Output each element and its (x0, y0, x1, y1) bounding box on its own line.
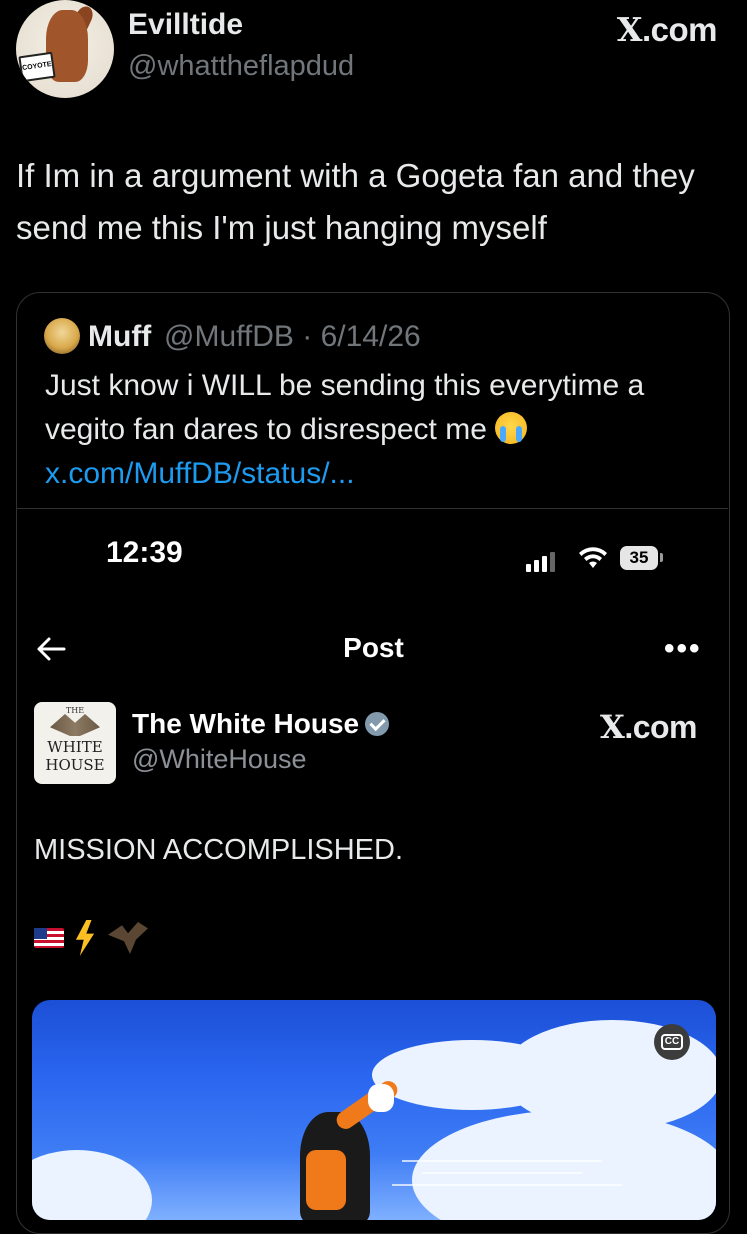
outer-handle[interactable]: @whattheflapdud (128, 50, 354, 83)
cellular-signal-icon (526, 550, 566, 572)
cloud (32, 1150, 152, 1220)
us-flag-emoji-icon (34, 928, 64, 948)
speed-line (422, 1172, 582, 1174)
quoted-display-name: Muff (88, 320, 152, 353)
x-brand-logo-inner: X.com (599, 708, 698, 746)
character-glove (368, 1084, 394, 1112)
card-divider (17, 508, 728, 509)
quoted-avatar (44, 318, 80, 354)
post-text: MISSION ACCOMPLISHED. (34, 834, 404, 866)
logo-line1: WHITE (47, 738, 103, 756)
wifi-icon (579, 547, 607, 568)
quoted-tweet-text: Just know i WILL be sending this everyti… (45, 364, 715, 496)
x-brand-logo: X.com (616, 10, 718, 49)
post-display-name-text: The White House (132, 708, 360, 739)
logo-line2: HOUSE (45, 756, 105, 774)
white-house-avatar[interactable]: THE WHITE HOUSE (34, 702, 116, 784)
outer-avatar[interactable]: COYOTE (16, 0, 114, 98)
avatar-sign: COYOTE (18, 51, 56, 83)
cloud (412, 1110, 716, 1220)
more-options-icon[interactable]: ••• (664, 632, 702, 666)
nav-title: Post (343, 632, 404, 663)
quoted-text-body: Just know i WILL be sending this everyti… (45, 369, 645, 446)
outer-display-name[interactable]: Evilltide (128, 8, 243, 42)
closed-captions-icon[interactable]: CC (654, 1024, 690, 1060)
battery-indicator: 35 (620, 546, 658, 570)
post-display-name[interactable]: The White House (132, 708, 390, 740)
speed-line (392, 1184, 622, 1186)
logo-small-text: THE (65, 706, 85, 715)
post-handle[interactable]: @WhiteHouse (132, 744, 306, 775)
status-bar-time: 12:39 (106, 536, 183, 569)
speed-line (402, 1160, 602, 1162)
battery-tip (660, 553, 663, 562)
character-vest (306, 1150, 346, 1210)
verified-badge-icon (365, 712, 390, 736)
eagle-emblem (50, 714, 100, 736)
crying-face-emoji-icon (495, 412, 528, 444)
outer-tweet-text: If Im in a argument with a Gogeta fan an… (16, 157, 695, 246)
quoted-handle-date: @MuffDB · 6/14/26 (164, 320, 421, 353)
quoted-tweet-link[interactable]: x.com/MuffDB/status/... (45, 457, 355, 490)
video-player[interactable]: CC (32, 1000, 716, 1220)
